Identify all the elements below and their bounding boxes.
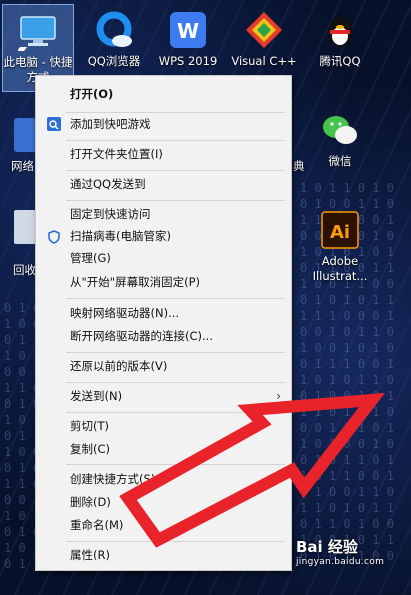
annotation-arrow-icon — [119, 392, 386, 548]
watermark-sub: jingyan.baidu.com — [296, 557, 385, 567]
baidu-watermark: Bai 经验 jingyan.baidu.com — [296, 536, 384, 567]
watermark-main: Bai 经验 — [296, 538, 358, 556]
